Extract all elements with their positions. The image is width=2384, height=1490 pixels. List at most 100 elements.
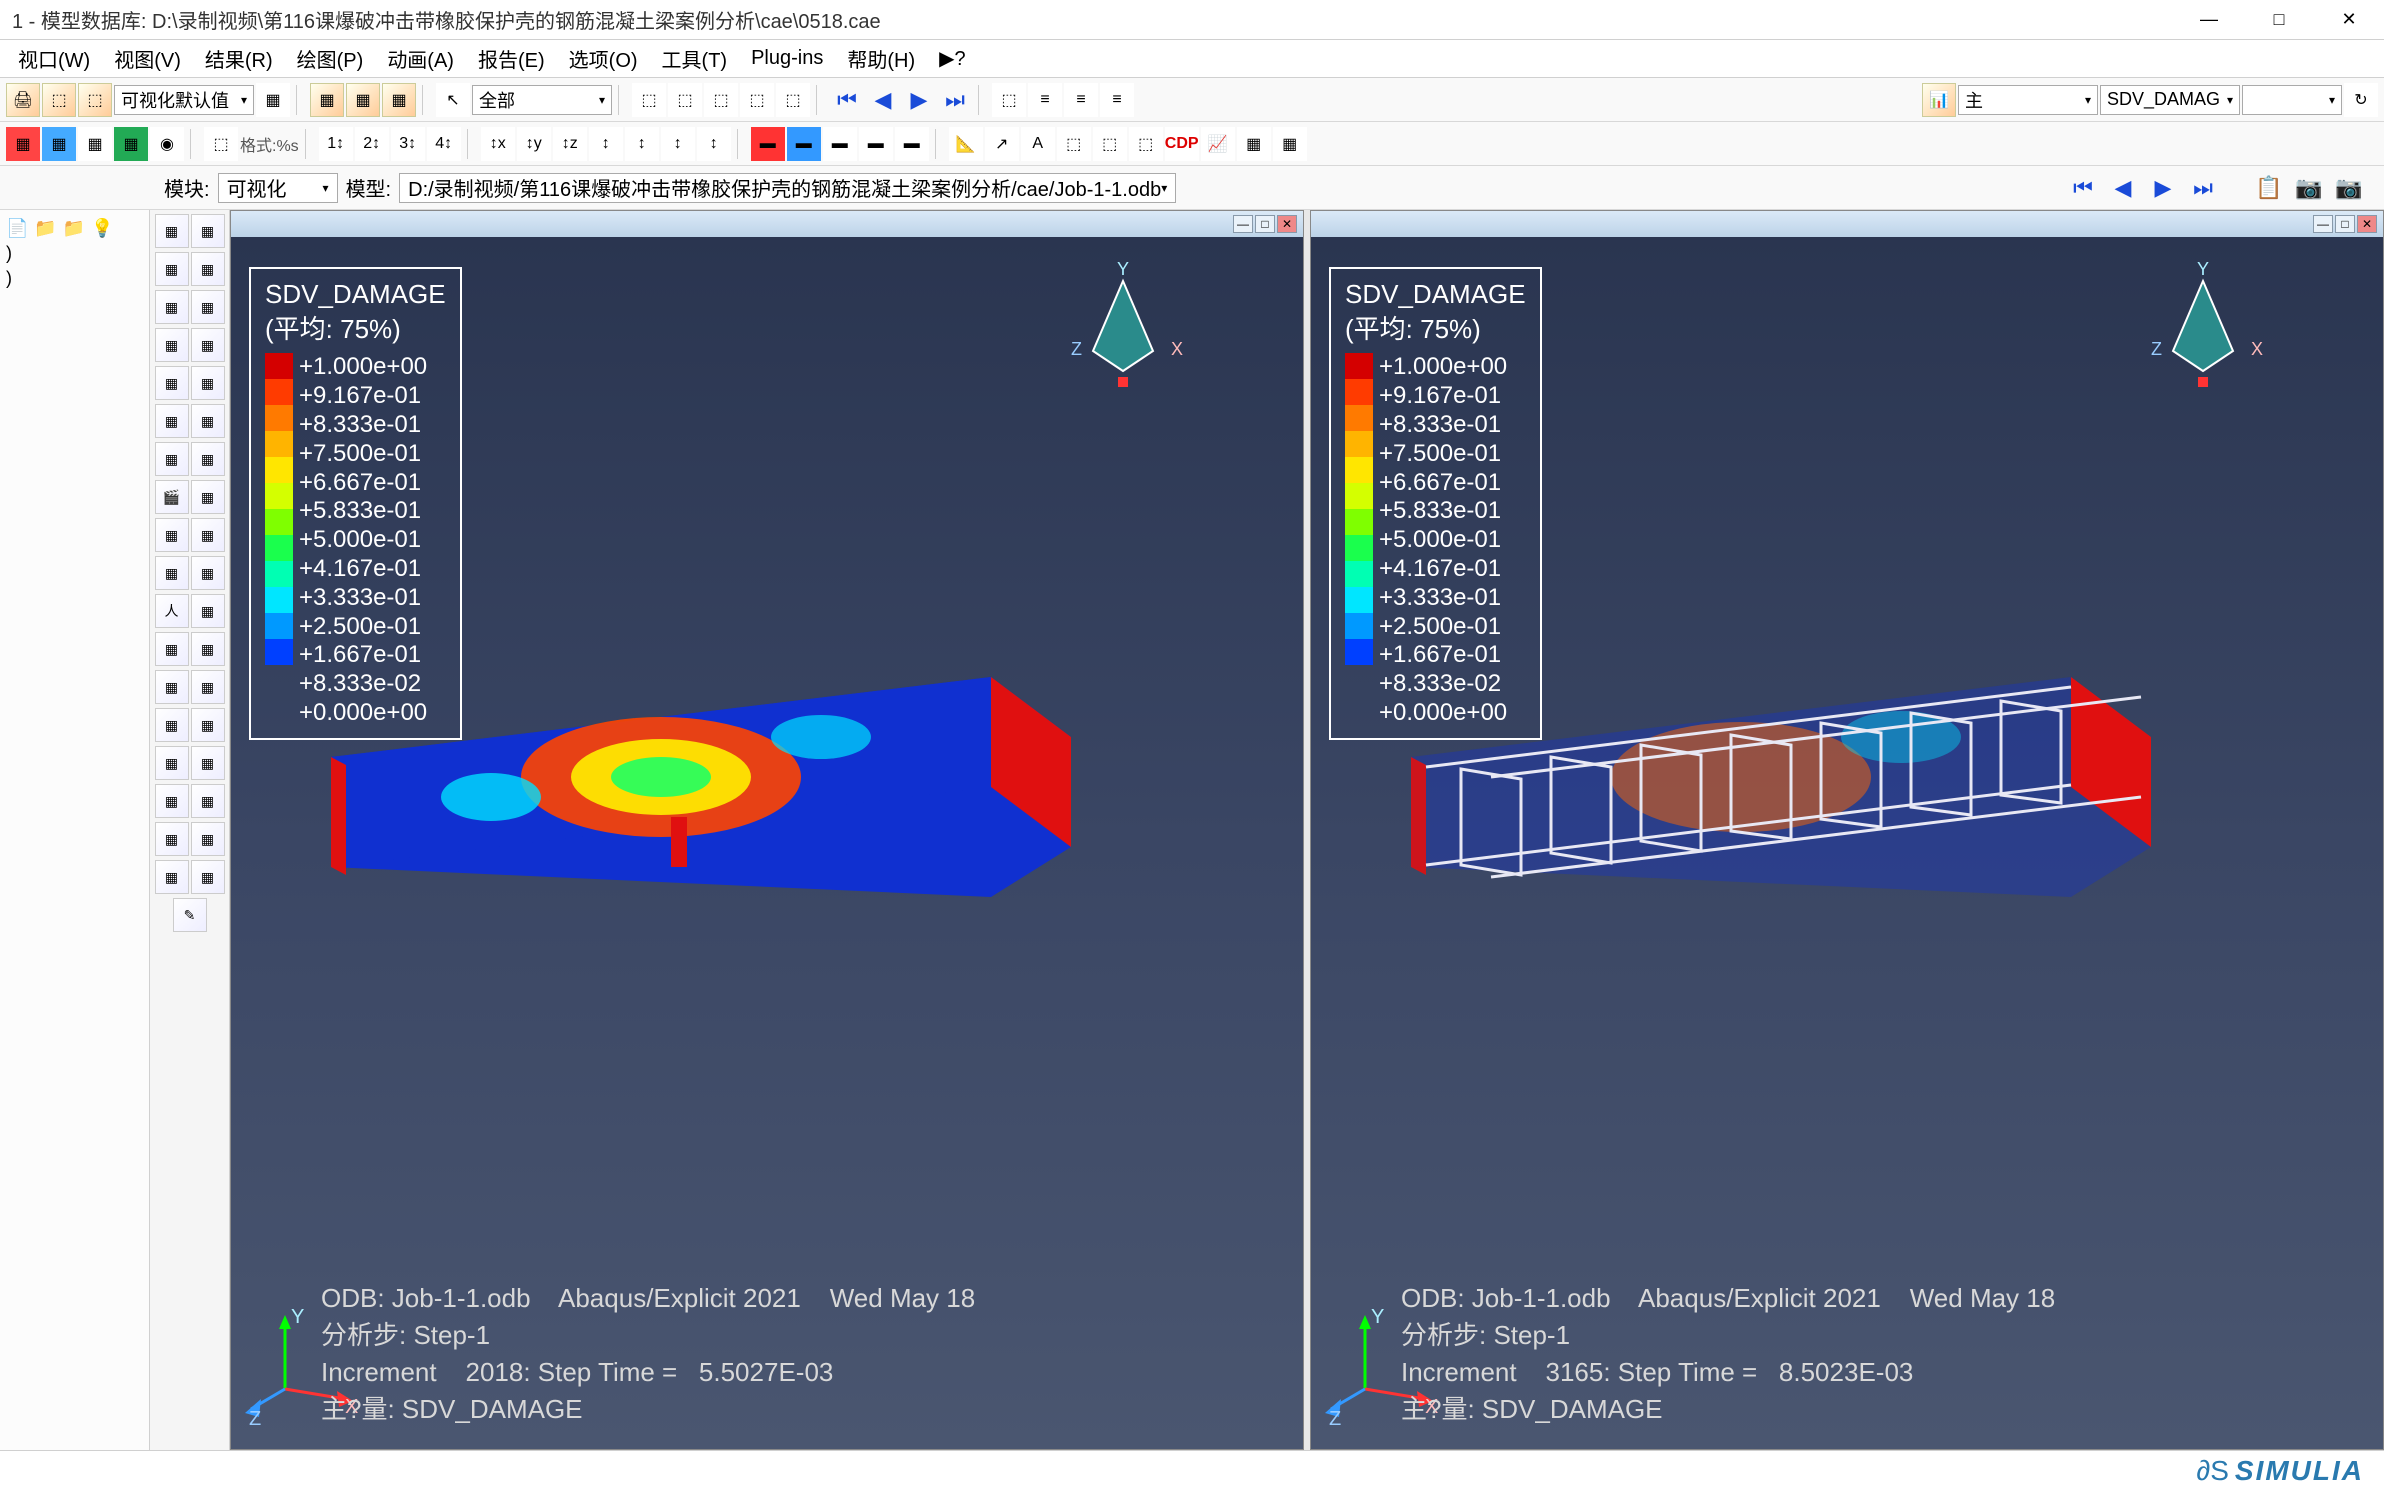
selection-combo[interactable]: 全部▾ — [472, 85, 612, 115]
minimize-button[interactable]: — — [2186, 5, 2232, 35]
menu-help-search[interactable]: ▶? — [929, 42, 976, 75]
palette-btn[interactable]: ▦ — [191, 252, 225, 286]
palette-btn[interactable]: ▦ — [191, 480, 225, 514]
tool-icon[interactable]: ▦ — [6, 127, 40, 161]
tree-icon[interactable]: 📁 — [34, 218, 56, 239]
tree-icon[interactable]: 📁 — [63, 218, 85, 239]
viewport-canvas[interactable]: SDV_DAMAGE (平均: 75%) +1.000e+00+9.167e-0… — [1311, 237, 2383, 1449]
prev-icon[interactable]: ◀ — [2106, 173, 2140, 203]
last-icon[interactable]: ⏭ — [2186, 173, 2220, 203]
tool-icon[interactable]: ▦ — [1273, 127, 1307, 161]
tool-icon[interactable]: ▬ — [823, 127, 857, 161]
palette-btn[interactable]: ▦ — [155, 328, 189, 362]
axis-icon[interactable]: ↕z — [553, 127, 587, 161]
vp-minimize-icon[interactable]: — — [2313, 215, 2333, 233]
viewport-canvas[interactable]: SDV_DAMAGE (平均: 75%) +1.000e+00+9.167e-0… — [231, 237, 1303, 1449]
tool-icon[interactable]: ▦ — [1237, 127, 1271, 161]
arrow-icon[interactable]: ↗ — [985, 127, 1019, 161]
tree-icon[interactable]: 📄 — [6, 218, 28, 239]
axis-icon[interactable]: ↕ — [661, 127, 695, 161]
palette-btn[interactable]: ▦ — [155, 670, 189, 704]
palette-btn[interactable]: ▦ — [155, 708, 189, 742]
next-icon[interactable]: ▶ — [2146, 173, 2180, 203]
tool-icon[interactable]: ⬚ — [668, 83, 702, 117]
palette-btn[interactable]: ▦ — [191, 328, 225, 362]
chart-icon[interactable]: 📊 — [1922, 83, 1956, 117]
tool-icon[interactable]: ⬚ — [78, 83, 112, 117]
vp-maximize-icon[interactable]: □ — [1255, 215, 1275, 233]
annotate-icon[interactable]: A — [1021, 127, 1055, 161]
tool-icon[interactable]: ≡ — [1028, 83, 1062, 117]
field-combo[interactable]: SDV_DAMAG▾ — [2100, 85, 2240, 115]
last-frame-icon[interactable]: ⏭ — [938, 85, 972, 115]
axis-icon[interactable]: ↕ — [697, 127, 731, 161]
palette-btn[interactable]: ▦ — [191, 518, 225, 552]
cdp-icon[interactable]: CDP — [1165, 127, 1199, 161]
menu-animate[interactable]: 动画(A) — [377, 40, 464, 77]
tool-icon[interactable]: ⬚ — [42, 83, 76, 117]
tool-icon[interactable]: ▬ — [859, 127, 893, 161]
tool-icon[interactable]: ⬚ — [1057, 127, 1091, 161]
palette-btn[interactable]: ▦ — [191, 214, 225, 248]
menu-help[interactable]: 帮助(H) — [837, 40, 925, 77]
camera-icon[interactable]: 📷 — [2332, 173, 2366, 203]
tool-icon[interactable]: ≡ — [1064, 83, 1098, 117]
tool-icon[interactable]: ▬ — [895, 127, 929, 161]
vp-maximize-icon[interactable]: □ — [2335, 215, 2355, 233]
axis-icon[interactable]: 1↕ — [319, 127, 353, 161]
palette-btn[interactable]: ▦ — [155, 442, 189, 476]
menu-viewport[interactable]: 视口(W) — [8, 40, 100, 77]
vp-close-icon[interactable]: ✕ — [1277, 215, 1297, 233]
tool-icon[interactable]: ⬚ — [704, 83, 738, 117]
tool-icon[interactable]: ◉ — [150, 127, 184, 161]
close-button[interactable]: ✕ — [2326, 5, 2372, 35]
palette-btn[interactable]: ▦ — [191, 404, 225, 438]
palette-btn[interactable]: ▦ — [191, 746, 225, 780]
tool-icon[interactable]: ▬ — [787, 127, 821, 161]
axis-icon[interactable]: ↕x — [481, 127, 515, 161]
camera-icon[interactable]: 📷 — [2292, 173, 2326, 203]
mesh-icon[interactable]: ▦ — [382, 83, 416, 117]
palette-btn[interactable]: ▦ — [191, 784, 225, 818]
palette-btn[interactable]: ▦ — [191, 290, 225, 324]
measure-icon[interactable]: 📐 — [949, 127, 983, 161]
primary-combo[interactable]: 主▾ — [1958, 85, 2098, 115]
print-icon[interactable]: 🖨 — [6, 83, 40, 117]
tool-icon[interactable]: ⬚ — [1129, 127, 1163, 161]
palette-btn[interactable]: ▦ — [191, 708, 225, 742]
axis-icon[interactable]: ↕ — [625, 127, 659, 161]
palette-btn[interactable]: ▦ — [155, 822, 189, 856]
palette-btn[interactable]: ▦ — [191, 442, 225, 476]
select-icon[interactable]: ↖ — [436, 83, 470, 117]
palette-btn[interactable]: ▦ — [155, 556, 189, 590]
model-combo[interactable]: D:/录制视频/第116课爆破冲击带橡胶保护壳的钢筋混凝土梁案例分析/cae/J… — [399, 173, 1176, 203]
tool-icon[interactable]: ▦ — [78, 127, 112, 161]
tool-icon[interactable]: ⬚ — [204, 127, 238, 161]
palette-btn[interactable]: 🎬 — [155, 480, 189, 514]
tool-icon[interactable]: ⬚ — [776, 83, 810, 117]
menu-plot[interactable]: 绘图(P) — [287, 40, 374, 77]
tool-icon[interactable]: ▦ — [256, 83, 290, 117]
menu-plugins[interactable]: Plug-ins — [741, 43, 833, 74]
tool-icon[interactable]: ▬ — [751, 127, 785, 161]
vp-minimize-icon[interactable]: — — [1233, 215, 1253, 233]
palette-btn[interactable]: ▦ — [155, 252, 189, 286]
mesh-icon[interactable]: ▦ — [346, 83, 380, 117]
palette-btn[interactable]: ▦ — [155, 214, 189, 248]
axis-icon[interactable]: 3↕ — [391, 127, 425, 161]
maximize-button[interactable]: □ — [2256, 5, 2302, 35]
palette-btn[interactable]: ▦ — [191, 594, 225, 628]
palette-btn[interactable]: ▦ — [155, 290, 189, 324]
module-combo[interactable]: 可视化▾ — [218, 173, 338, 203]
menu-options[interactable]: 选项(O) — [559, 40, 648, 77]
plot-icon[interactable]: 📈 — [1201, 127, 1235, 161]
vp-close-icon[interactable]: ✕ — [2357, 215, 2377, 233]
mesh-icon[interactable]: ▦ — [310, 83, 344, 117]
palette-btn[interactable]: ▦ — [155, 860, 189, 894]
palette-btn[interactable]: ▦ — [191, 860, 225, 894]
menu-tools[interactable]: 工具(T) — [652, 40, 738, 77]
palette-btn[interactable]: ✎ — [173, 898, 207, 932]
palette-btn[interactable]: ▦ — [191, 556, 225, 590]
axis-icon[interactable]: 2↕ — [355, 127, 389, 161]
first-icon[interactable]: ⏮ — [2066, 173, 2100, 203]
